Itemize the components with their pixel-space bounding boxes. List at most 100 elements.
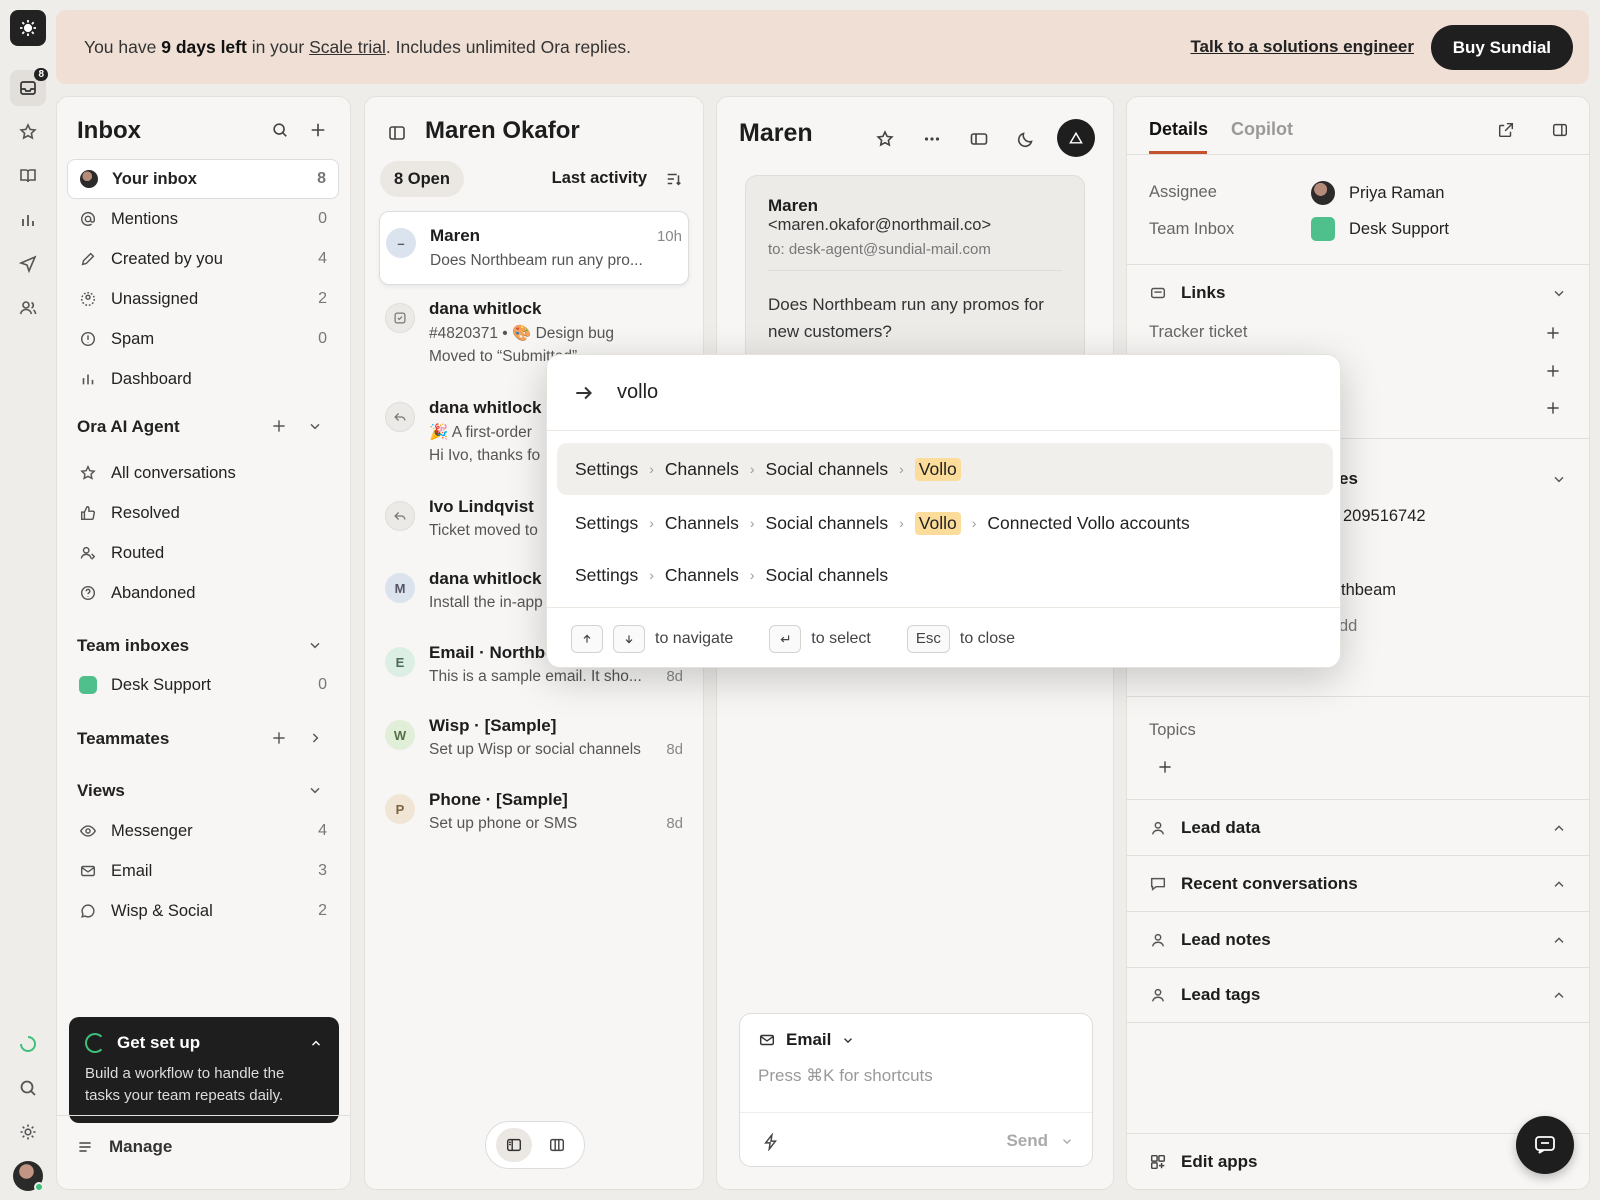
send-icon[interactable] [10, 246, 46, 282]
search-icon[interactable] [10, 1070, 46, 1106]
nav-label: Mentions [111, 209, 178, 228]
reply-composer[interactable]: Email Press ⌘K for shortcuts Send [739, 1013, 1093, 1167]
inbox-icon[interactable]: 8 [10, 68, 48, 106]
settings-icon[interactable] [10, 1114, 46, 1150]
manage-button[interactable]: Manage [77, 1137, 172, 1157]
plus-icon[interactable] [1545, 325, 1561, 341]
sun-logo-icon[interactable] [10, 10, 46, 46]
nav-messenger[interactable]: Messenger 4 [67, 811, 339, 851]
plus-icon[interactable] [1545, 400, 1561, 416]
tracker-ticket-label: Tracker ticket [1149, 323, 1248, 341]
apps-grid-icon [1150, 1154, 1166, 1169]
assignee-value[interactable]: Priya Raman [1311, 181, 1444, 205]
priority-icon[interactable] [1057, 119, 1095, 157]
nav-label: Desk Support [111, 675, 211, 694]
conversation-name: dana whitlock [429, 299, 542, 318]
nav-email[interactable]: Email 3 [67, 851, 339, 891]
plus-icon[interactable] [1157, 759, 1173, 775]
nav-created-by-you[interactable]: Created by you 4 [67, 239, 339, 279]
chevron-down-icon[interactable] [307, 418, 323, 434]
panel-icon[interactable] [961, 121, 997, 157]
sidebar-toggle-icon[interactable] [387, 123, 407, 143]
nav-your-inbox[interactable]: Your inbox 8 [67, 159, 339, 199]
sort-control[interactable]: Last activity [552, 169, 683, 188]
chevron-up-icon[interactable] [309, 1036, 323, 1050]
team-inbox-value[interactable]: Desk Support [1311, 217, 1449, 241]
section-title: Lead data [1181, 817, 1261, 837]
conversation-item[interactable]: P Phone · [Sample] Set up phone or SMS 8… [379, 778, 689, 838]
arrow-up-key-icon [571, 624, 603, 653]
single-pane-icon[interactable] [495, 1128, 532, 1162]
chevron-right-icon: › [899, 515, 904, 531]
plus-icon[interactable] [1545, 363, 1561, 379]
nav-dashboard[interactable]: Dashboard [67, 359, 339, 399]
avatar [1311, 181, 1335, 205]
star-icon[interactable] [867, 121, 903, 157]
palette-result[interactable]: Settings › Channels › Social channels › Vol… [557, 443, 1333, 495]
nav-all-conversations[interactable]: All conversations [67, 453, 339, 493]
palette-search-input[interactable] [617, 381, 1217, 404]
nav-unassigned[interactable]: Unassigned 2 [67, 279, 339, 319]
open-filter[interactable]: 8 Open [380, 161, 464, 197]
lightning-icon[interactable] [762, 1133, 780, 1151]
nav-mentions[interactable]: Mentions 0 [67, 199, 339, 239]
lead-tags-section[interactable]: Lead tags [1127, 967, 1589, 1023]
loading-icon[interactable] [10, 1026, 46, 1062]
nav-resolved[interactable]: Resolved [67, 493, 339, 533]
channel-selector[interactable]: Email [758, 1030, 855, 1050]
chevron-right-icon[interactable] [307, 730, 323, 746]
avatar: W [385, 720, 415, 750]
book-icon[interactable] [10, 158, 46, 194]
send-button[interactable]: Send [1006, 1131, 1074, 1151]
nav-wisp-social[interactable]: Wisp & Social 2 [67, 891, 339, 931]
star-icon[interactable] [10, 114, 46, 150]
nav-count: 0 [318, 210, 327, 227]
chevron-down-icon[interactable] [1551, 471, 1567, 487]
plus-icon[interactable] [271, 730, 287, 746]
nav-abandoned[interactable]: Abandoned [67, 573, 339, 613]
chat-launcher-button[interactable] [1516, 1116, 1574, 1174]
conversation-item[interactable]: – Maren 10h Does Northbeam run any pro..… [379, 211, 689, 285]
get-set-up-card[interactable]: Get set up Build a workflow to handle th… [69, 1017, 339, 1123]
palette-result[interactable]: Settings › Channels › Social channels [557, 549, 1333, 601]
tab-copilot[interactable]: Copilot [1231, 119, 1293, 140]
sidebar-right-icon[interactable] [1551, 121, 1569, 139]
avatar: E [385, 647, 415, 677]
nav-desk-support[interactable]: Desk Support 0 [67, 665, 339, 705]
add-attribute-link[interactable]: dd [1339, 617, 1357, 636]
chevron-down-icon[interactable] [307, 782, 323, 798]
lead-notes-section[interactable]: Lead notes [1127, 911, 1589, 967]
links-section[interactable]: Links [1127, 264, 1589, 320]
more-icon[interactable] [914, 121, 950, 157]
search-icon[interactable] [271, 121, 289, 139]
conversation-time: 8d [666, 741, 683, 758]
split-pane-icon[interactable] [539, 1128, 575, 1162]
tab-details[interactable]: Details [1149, 119, 1208, 140]
plus-icon[interactable] [271, 418, 287, 434]
chevron-down-icon[interactable] [307, 637, 323, 653]
sparkle-icon [80, 465, 96, 480]
nav-spam[interactable]: Spam 0 [67, 319, 339, 359]
lead-data-section[interactable]: Lead data [1127, 799, 1589, 855]
bar-chart-icon[interactable] [10, 202, 46, 238]
solutions-engineer-link[interactable]: Talk to a solutions engineer [1190, 37, 1414, 57]
snooze-moon-icon[interactable] [1008, 121, 1044, 157]
user-avatar[interactable] [10, 1158, 46, 1194]
scale-trial-link[interactable]: Scale trial [309, 37, 386, 57]
ticket-icon [385, 303, 415, 333]
buy-button[interactable]: Buy Sundial [1430, 25, 1573, 70]
palette-result[interactable]: Settings › Channels › Social channels › Vol… [557, 497, 1333, 549]
chevron-right-icon: › [649, 461, 654, 477]
chevron-down-icon [1554, 290, 1564, 296]
at-icon [80, 211, 96, 226]
contacts-icon[interactable] [10, 290, 46, 326]
recent-conversations-section[interactable]: Recent conversations [1127, 855, 1589, 911]
composer-input[interactable]: Press ⌘K for shortcuts [758, 1066, 933, 1086]
chevron-up-icon [1554, 992, 1564, 998]
nav-count: 3 [318, 862, 327, 879]
external-link-icon[interactable] [1497, 121, 1515, 139]
conversation-time: 8d [666, 668, 683, 685]
plus-icon[interactable] [309, 121, 327, 139]
conversation-item[interactable]: W Wisp · [Sample] Set up Wisp or social … [379, 704, 689, 764]
nav-routed[interactable]: Routed [67, 533, 339, 573]
